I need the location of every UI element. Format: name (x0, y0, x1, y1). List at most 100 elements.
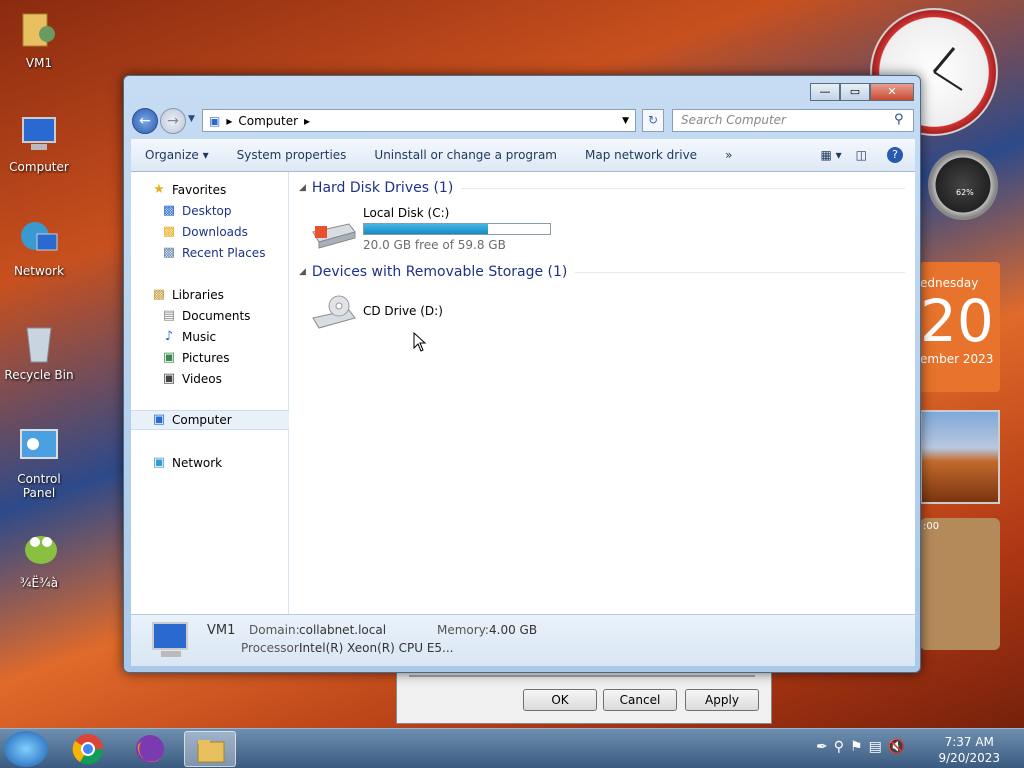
calendar-date: 20 (920, 287, 994, 355)
back-button[interactable]: ← (132, 108, 158, 134)
frog-app-icon (17, 528, 61, 572)
collapse-arrow-icon[interactable]: ◢ (299, 183, 306, 193)
music-icon: ♪ (164, 329, 174, 344)
nav-favorites[interactable]: ★ Favorites (131, 180, 289, 200)
ok-button[interactable]: OK (523, 689, 597, 711)
star-icon: ★ (153, 182, 165, 197)
desktop-icon-label: Computer (9, 160, 69, 174)
computer-small-icon: ▣ (152, 412, 166, 427)
apply-button[interactable]: Apply (685, 689, 759, 711)
nav-pictures[interactable]: ▣ Pictures (131, 348, 289, 368)
desktop-icon-control-panel[interactable]: Control Panel (0, 424, 78, 500)
search-icon[interactable]: ⚲ (894, 112, 904, 127)
address-dropdown-icon[interactable]: ▼ (622, 116, 629, 126)
start-button[interactable] (4, 731, 48, 767)
details-domain-label: Domain: (249, 623, 300, 637)
details-domain: collabnet.local (299, 623, 387, 637)
content-area: ★ Favorites ▩ Desktop ▩ Downloads ▩ Rece… (131, 172, 915, 614)
preview-pane-icon[interactable]: ◫ (856, 148, 867, 162)
drive-c-usage-bar (363, 223, 551, 235)
puzzle-gadget[interactable]: :00 (920, 518, 1000, 650)
cd-drive-icon (309, 292, 357, 332)
address-location[interactable]: Computer (238, 114, 298, 128)
mouse-cursor-icon (413, 331, 427, 355)
volume-muted-icon[interactable]: 🔇 (888, 739, 905, 755)
pen-icon[interactable]: ✒ (816, 739, 828, 755)
collapse-arrow-icon[interactable]: ◢ (299, 267, 306, 277)
help-icon[interactable]: ? (887, 147, 903, 163)
details-processor: Intel(R) Xeon(R) CPU E5... (299, 641, 454, 655)
calendar-gadget[interactable]: ednesday 20 ember 2023 (920, 262, 1000, 392)
drive-c-free: 20.0 GB free of 59.8 GB (363, 238, 506, 252)
desktop-icon-label: Control Panel (17, 472, 61, 500)
forward-button[interactable]: → (160, 108, 186, 134)
desktop-icon-computer[interactable]: Computer (0, 112, 78, 174)
uninstall-program-button[interactable]: Uninstall or change a program (360, 148, 571, 162)
cpu-meter-gadget[interactable]: 62% (928, 150, 998, 220)
pictures-icon: ▣ (162, 350, 176, 365)
taskbar-clock[interactable]: 7:37 AM 9/20/2023 (938, 734, 1000, 766)
calendar-month: ember 2023 (920, 352, 994, 366)
group-header-hard-disks[interactable]: ◢ Hard Disk Drives (1) (299, 180, 905, 196)
history-dropdown-icon[interactable]: ▼ (188, 114, 195, 124)
nav-music[interactable]: ♪ Music (131, 327, 289, 347)
taskbar-chrome[interactable] (62, 731, 114, 767)
map-network-drive-button[interactable]: Map network drive (571, 148, 711, 162)
close-button[interactable]: ✕ (870, 83, 914, 101)
navigation-pane: ★ Favorites ▩ Desktop ▩ Downloads ▩ Rece… (131, 172, 289, 614)
details-processor-label: Processor: (241, 641, 303, 655)
nav-network[interactable]: ▣ Network (131, 453, 289, 473)
more-commands-button[interactable]: » (711, 148, 746, 162)
nav-computer[interactable]: ▣ Computer (131, 410, 289, 430)
videos-icon: ▣ (162, 371, 176, 386)
system-properties-button[interactable]: System properties (223, 148, 361, 162)
desktop-icon-vm1[interactable]: VM1 (0, 8, 78, 70)
desktop-icon-label: VM1 (25, 56, 53, 70)
cancel-button[interactable]: Cancel (603, 689, 677, 711)
meter-label: 62% (956, 188, 974, 197)
nav-desktop[interactable]: ▩ Desktop (131, 201, 289, 221)
caption-buttons: — ▭ ✕ (810, 83, 914, 101)
maximize-button[interactable]: ▭ (840, 83, 870, 101)
nav-recent-places[interactable]: ▩ Recent Places (131, 243, 289, 263)
action-center-flag-icon[interactable]: ⚑ (850, 739, 863, 755)
desktop-icon-frog-app[interactable]: ¾Ë¾à (0, 528, 78, 590)
desktop-icon-recycle-bin[interactable]: Recycle Bin (0, 320, 78, 382)
taskbar-firefox[interactable] (124, 731, 176, 767)
address-row: ← → ▼ ▣ ▸ Computer ▸ ▼ ↻ Search Computer… (132, 108, 914, 134)
nav-videos[interactable]: ▣ Videos (131, 369, 289, 389)
documents-icon: ▤ (162, 308, 176, 323)
address-bar[interactable]: ▣ ▸ Computer ▸ ▼ (202, 109, 636, 132)
nav-documents[interactable]: ▤ Documents (131, 306, 289, 326)
chrome-icon (72, 734, 104, 765)
view-options-icon[interactable]: ▦ ▾ (820, 148, 841, 162)
downloads-folder-icon: ▩ (162, 224, 176, 239)
details-memory: 4.00 GB (489, 623, 538, 637)
organize-menu[interactable]: Organize ▾ (131, 148, 223, 162)
minimize-button[interactable]: — (810, 83, 840, 101)
libraries-icon: ▩ (152, 287, 166, 302)
refresh-button[interactable]: ↻ (642, 109, 664, 132)
details-memory-label: Memory: (437, 623, 489, 637)
drive-d[interactable]: CD Drive (D:) (309, 292, 443, 332)
desktop-icon-label: ¾Ë¾à (19, 576, 59, 590)
recent-places-icon: ▩ (162, 245, 176, 260)
details-name: VM1 (207, 623, 236, 638)
system-tray: ✒ ⚲ ⚑ ▤ 🔇 (816, 739, 905, 755)
drive-d-name: CD Drive (D:) (363, 304, 443, 318)
calendar-day: ednesday (920, 276, 979, 290)
search-tray-icon[interactable]: ⚲ (834, 739, 844, 755)
nav-libraries[interactable]: ▩ Libraries (131, 285, 289, 305)
dialog-divider (409, 675, 755, 677)
nav-downloads[interactable]: ▩ Downloads (131, 222, 289, 242)
group-header-removable[interactable]: ◢ Devices with Removable Storage (1) (299, 264, 905, 280)
address-root-arrow[interactable]: ▸ (226, 114, 232, 128)
network-tray-icon[interactable]: ▤ (869, 739, 882, 755)
taskbar-explorer[interactable] (184, 731, 236, 767)
drive-c[interactable]: Local Disk (C:) 20.0 GB free of 59.8 GB (309, 206, 551, 252)
address-trail-arrow[interactable]: ▸ (304, 114, 310, 128)
desktop-icon-network[interactable]: Network (0, 216, 78, 278)
slideshow-gadget[interactable] (920, 410, 1000, 504)
hard-drive-icon (309, 210, 357, 250)
search-input[interactable]: Search Computer (672, 109, 914, 132)
